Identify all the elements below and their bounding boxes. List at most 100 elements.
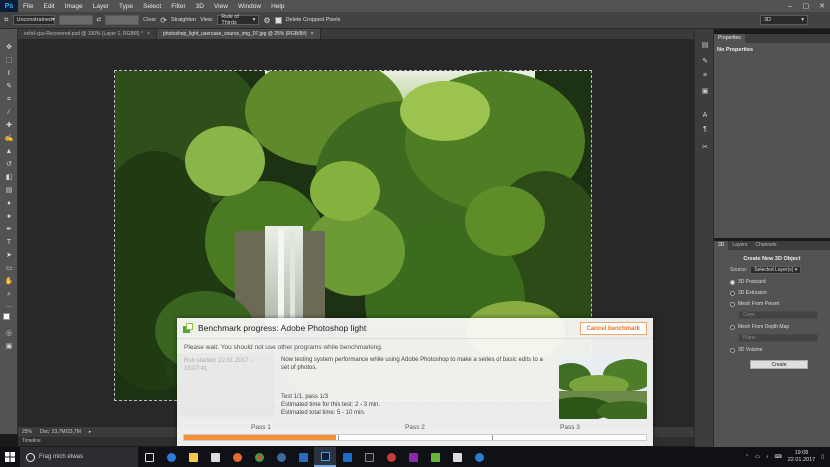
dodge-tool-icon[interactable]: ● bbox=[4, 212, 14, 221]
radio-3d-extrusion[interactable] bbox=[730, 290, 735, 296]
delete-cropped-checkbox[interactable] bbox=[274, 16, 282, 24]
cancel-benchmark-button[interactable]: Cancel benchmark bbox=[579, 322, 647, 335]
search-box[interactable]: Frag mich etwas bbox=[20, 447, 138, 467]
option-3d-extrusion[interactable]: 3D Extrusion bbox=[730, 290, 830, 296]
store-icon[interactable] bbox=[204, 447, 226, 467]
volume-icon[interactable]: ♪ bbox=[766, 454, 769, 460]
chevron-up-icon[interactable]: ⌃ bbox=[745, 454, 749, 460]
chrome-icon[interactable] bbox=[248, 447, 270, 467]
app-icon[interactable] bbox=[292, 447, 314, 467]
character-icon[interactable]: A bbox=[700, 111, 710, 120]
quick-select-tool-icon[interactable]: ✎ bbox=[4, 82, 14, 91]
menu-view[interactable]: View bbox=[209, 3, 233, 10]
gradient-tool-icon[interactable]: ▤ bbox=[4, 186, 14, 195]
firefox-icon[interactable] bbox=[226, 447, 248, 467]
file-explorer-icon[interactable] bbox=[182, 447, 204, 467]
type-tool-icon[interactable]: T bbox=[4, 238, 14, 247]
task-view-icon[interactable] bbox=[138, 447, 160, 467]
ratio-select[interactable]: Unconstrained ▾ bbox=[12, 15, 55, 25]
tab-channels[interactable]: Channels bbox=[751, 241, 780, 250]
menu-image[interactable]: Image bbox=[60, 3, 88, 10]
notification-icon[interactable]: ▯ bbox=[821, 454, 824, 460]
healing-tool-icon[interactable]: ✚ bbox=[4, 121, 14, 130]
radio-mesh-preset[interactable] bbox=[730, 301, 735, 307]
eraser-tool-icon[interactable]: ◧ bbox=[4, 173, 14, 182]
zoom-level[interactable]: 25% bbox=[22, 429, 32, 435]
option-3d-postcard[interactable]: 3D Postcard bbox=[730, 279, 830, 285]
app-icon[interactable] bbox=[380, 447, 402, 467]
eyedropper-tool-icon[interactable]: ⁄ bbox=[4, 108, 14, 117]
close-icon[interactable]: × bbox=[311, 31, 314, 37]
option-mesh-preset[interactable]: Mesh From Preset bbox=[730, 301, 830, 307]
crop-tool-icon[interactable]: ⌗ bbox=[4, 15, 9, 25]
crop-tool-icon[interactable]: ⌗ bbox=[4, 95, 14, 104]
history-icon[interactable]: ▤ bbox=[700, 41, 710, 50]
keyboard-icon[interactable]: ⌨ bbox=[774, 454, 781, 460]
history-brush-tool-icon[interactable]: ↺ bbox=[4, 160, 14, 169]
benchmark-app-icon[interactable] bbox=[424, 447, 446, 467]
overlay-select[interactable]: Rule of Thirds ▾ bbox=[217, 14, 260, 26]
app-icon[interactable] bbox=[402, 447, 424, 467]
screen-mode-icon[interactable]: ▣ bbox=[4, 342, 14, 351]
close-icon[interactable]: × bbox=[147, 31, 150, 37]
menu-edit[interactable]: Edit bbox=[38, 3, 59, 10]
tab-document-2[interactable]: photoshop_light_usercase_source_img_07.j… bbox=[156, 29, 321, 39]
maximize-icon[interactable]: ▢ bbox=[798, 0, 814, 12]
outlook-icon[interactable] bbox=[336, 447, 358, 467]
brush-preset-icon[interactable]: ✎ bbox=[700, 57, 710, 66]
hand-tool-icon[interactable]: ✋ bbox=[4, 277, 14, 286]
tab-document-1[interactable]: echd-cpu-Recovered.psd @ 100% (Layer 1, … bbox=[18, 29, 157, 39]
gear-icon[interactable]: ⚙ bbox=[263, 16, 270, 25]
radio-mesh-depth[interactable] bbox=[730, 324, 735, 330]
tools-preset-icon[interactable]: ✂ bbox=[700, 143, 710, 152]
marquee-tool-icon[interactable]: ⬚ bbox=[4, 56, 14, 65]
edit-toolbar-icon[interactable]: … bbox=[4, 301, 14, 310]
network-icon[interactable]: ▭ bbox=[755, 454, 760, 460]
workspace-select[interactable]: 3D ▾ bbox=[760, 15, 808, 25]
menu-layer[interactable]: Layer bbox=[88, 3, 114, 10]
adjustments-icon[interactable]: ≡ bbox=[700, 71, 710, 80]
menu-select[interactable]: Select bbox=[138, 3, 166, 10]
quick-mask-icon[interactable]: ◎ bbox=[4, 329, 14, 338]
width-field[interactable] bbox=[58, 15, 93, 25]
move-tool-icon[interactable]: ✥ bbox=[4, 43, 14, 52]
option-3d-volume[interactable]: 3D Volume bbox=[730, 347, 830, 353]
zoom-tool-icon[interactable]: ⌕ bbox=[4, 290, 14, 299]
clone-source-icon[interactable]: ▣ bbox=[700, 87, 710, 96]
menu-file[interactable]: File bbox=[18, 3, 38, 10]
option-mesh-depth[interactable]: Mesh From Depth Map bbox=[730, 324, 830, 330]
lasso-tool-icon[interactable]: ℓ bbox=[4, 69, 14, 78]
minimize-icon[interactable]: – bbox=[782, 0, 798, 12]
start-button[interactable] bbox=[0, 447, 20, 467]
menu-3d[interactable]: 3D bbox=[191, 3, 209, 10]
clear-button[interactable]: Clear bbox=[143, 17, 156, 23]
depth-select[interactable]: Plane bbox=[738, 334, 818, 342]
edge-icon[interactable] bbox=[468, 447, 490, 467]
create-button[interactable]: Create bbox=[750, 360, 808, 369]
chevron-right-icon[interactable]: ▸ bbox=[89, 429, 92, 435]
menu-window[interactable]: Window bbox=[233, 3, 266, 10]
close-icon[interactable]: ✕ bbox=[814, 0, 830, 12]
app-icon[interactable] bbox=[358, 447, 380, 467]
radio-3d-postcard[interactable] bbox=[730, 279, 735, 285]
steam-icon[interactable] bbox=[270, 447, 292, 467]
shape-tool-icon[interactable]: ▭ bbox=[4, 264, 14, 273]
source-select[interactable]: Selected Layer(s) ▾ bbox=[750, 266, 802, 274]
menu-type[interactable]: Type bbox=[114, 3, 138, 10]
straighten-icon[interactable]: ⟳ bbox=[160, 16, 167, 25]
edge-icon[interactable] bbox=[160, 447, 182, 467]
preset-select[interactable]: Cone bbox=[738, 311, 818, 319]
height-field[interactable] bbox=[105, 15, 140, 25]
menu-help[interactable]: Help bbox=[266, 3, 289, 10]
brush-tool-icon[interactable]: ✍ bbox=[4, 134, 14, 143]
tab-layers[interactable]: Layers bbox=[728, 241, 751, 250]
path-select-tool-icon[interactable]: ➤ bbox=[4, 251, 14, 260]
foreground-color-swatch[interactable] bbox=[3, 313, 10, 320]
document-info[interactable]: Doc: 23,7M/23,7M bbox=[40, 429, 81, 435]
swap-icon[interactable]: ⇄ bbox=[97, 17, 102, 23]
tab-properties[interactable]: Properties bbox=[714, 34, 745, 43]
clock[interactable]: 19:08 22.01.2017 bbox=[788, 450, 816, 464]
app-icon[interactable] bbox=[446, 447, 468, 467]
pen-tool-icon[interactable]: ✒ bbox=[4, 225, 14, 234]
blur-tool-icon[interactable]: ♦ bbox=[4, 199, 14, 208]
